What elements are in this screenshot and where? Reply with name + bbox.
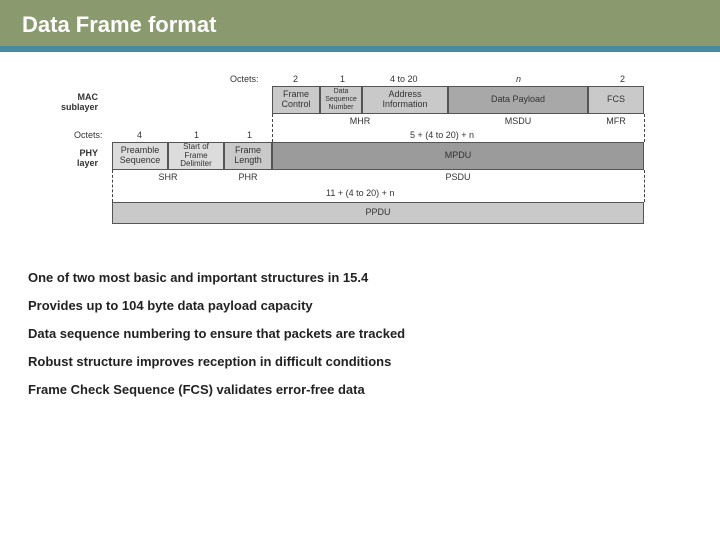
phy-box-preamble: Preamble Sequence — [112, 142, 168, 170]
dash-right-phy — [644, 170, 645, 202]
dash-left-phy — [112, 170, 113, 202]
phy-group-psdu: PSDU — [272, 172, 644, 182]
mac-box-frame-control: Frame Control — [272, 86, 320, 114]
phy-group-phr: PHR — [224, 172, 272, 182]
dash-left-mac — [272, 114, 273, 142]
mac-box-seq-number: Data Sequence Number — [320, 86, 362, 114]
bullet-2: Data sequence numbering to ensure that p… — [28, 326, 692, 341]
phy-box-sfd: Start of Frame Delimiter — [168, 142, 224, 170]
mac-octet-3: n — [516, 74, 521, 84]
mac-box-data-payload: Data Payload — [448, 86, 588, 114]
phy-group-shr: SHR — [112, 172, 224, 182]
phy-octet-0: 4 — [137, 130, 142, 140]
mac-box-fcs: FCS — [588, 86, 644, 114]
mac-box-addr-info: Address Information — [362, 86, 448, 114]
mac-octet-0: 2 — [293, 74, 298, 84]
phy-box-mpdu: MPDU — [272, 142, 644, 170]
bullet-1: Provides up to 104 byte data payload cap… — [28, 298, 692, 313]
frame-diagram: MAC sublayer Octets: 2 1 4 to 20 n 2 Fra… — [0, 60, 720, 260]
slide-title: Data Frame format — [22, 12, 698, 38]
phy-layer-label: PHY layer — [38, 148, 98, 168]
mac-octet-1: 1 — [340, 74, 345, 84]
mac-sublayer-label: MAC sublayer — [38, 92, 98, 112]
bullet-0: One of two most basic and important stru… — [28, 270, 692, 285]
phy-octet-1: 1 — [194, 130, 199, 140]
phy-octet-2: 1 — [247, 130, 252, 140]
phy-right-octets: 5 + (4 to 20) + n — [410, 130, 474, 140]
ppdu-length-label: 11 + (4 to 20) + n — [326, 188, 394, 198]
accent-bar — [0, 46, 720, 52]
phy-octets-label: Octets: — [74, 130, 103, 140]
dash-right-mac — [644, 114, 645, 142]
mac-octets-label: Octets: — [230, 74, 259, 84]
mac-octet-2: 4 to 20 — [390, 74, 418, 84]
mac-group-mhr: MHR — [272, 116, 448, 126]
mac-octet-4: 2 — [620, 74, 625, 84]
bullet-3: Robust structure improves reception in d… — [28, 354, 692, 369]
bullet-list: One of two most basic and important stru… — [0, 260, 720, 397]
bullet-4: Frame Check Sequence (FCS) validates err… — [28, 382, 692, 397]
mac-group-mfr: MFR — [588, 116, 644, 126]
phy-box-frame-length: Frame Length — [224, 142, 272, 170]
mac-group-msdu: MSDU — [448, 116, 588, 126]
slide-header: Data Frame format — [0, 0, 720, 46]
ppdu-box: PPDU — [112, 202, 644, 224]
